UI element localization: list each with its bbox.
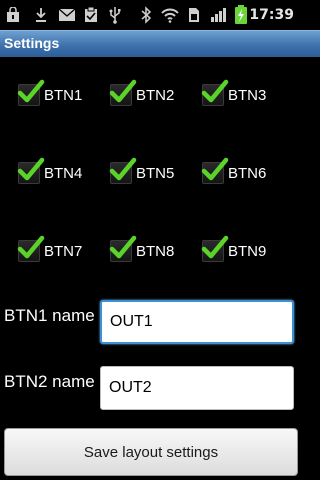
status-clock: 17:39	[249, 7, 294, 23]
checkbox-label: BTN5	[136, 164, 175, 182]
checkbox-box	[17, 235, 45, 262]
btn2-name-input[interactable]	[100, 366, 294, 410]
checkmark-icon	[201, 235, 229, 259]
btn2-name-label: BTN2 name	[4, 372, 95, 391]
checkbox-box	[17, 79, 45, 106]
download-icon	[34, 5, 48, 25]
checkbox-btn8[interactable]: BTN8	[109, 235, 175, 262]
checkmark-icon	[109, 235, 137, 259]
mail-icon	[58, 5, 76, 25]
checkbox-label: BTN4	[44, 164, 83, 182]
checkbox-btn3[interactable]: BTN3	[201, 79, 267, 106]
checkbox-box	[109, 235, 137, 262]
checkmark-icon	[201, 157, 229, 181]
checkbox-label: BTN2	[136, 86, 175, 104]
checkmark-icon	[17, 235, 45, 259]
checkbox-btn6[interactable]: BTN6	[201, 157, 267, 184]
bag-icon	[6, 5, 20, 25]
checkmark-icon	[201, 79, 229, 103]
checkbox-btn7[interactable]: BTN7	[17, 235, 83, 262]
battery-charging-icon	[234, 5, 248, 25]
btn1-name-input[interactable]	[100, 300, 294, 344]
checkmark-icon	[109, 157, 137, 181]
checkbox-label: BTN9	[228, 242, 267, 260]
checkbox-btn5[interactable]: BTN5	[109, 157, 175, 184]
save-layout-button[interactable]: Save layout settings	[4, 428, 298, 476]
checkbox-label: BTN7	[44, 242, 83, 260]
checkbox-label: BTN3	[228, 86, 267, 104]
usb-icon	[108, 5, 122, 25]
status-bar: 17:39	[0, 0, 320, 30]
checkmark-icon	[17, 79, 45, 103]
checkbox-box	[201, 79, 229, 106]
bluetooth-icon	[140, 5, 152, 25]
checkbox-btn1[interactable]: BTN1	[17, 79, 83, 106]
checkbox-label: BTN8	[136, 242, 175, 260]
signal-icon	[210, 5, 228, 25]
clipboard-icon	[84, 5, 98, 25]
title-bar: Settings	[0, 30, 320, 57]
checkbox-btn4[interactable]: BTN4	[17, 157, 83, 184]
page-title: Settings	[4, 35, 60, 51]
checkmark-icon	[109, 79, 137, 103]
btn1-name-label: BTN1 name	[4, 306, 95, 325]
checkbox-btn9[interactable]: BTN9	[201, 235, 267, 262]
checkbox-box	[201, 157, 229, 184]
checkbox-box	[109, 79, 137, 106]
checkbox-label: BTN1	[44, 86, 83, 104]
checkbox-box	[201, 235, 229, 262]
checkmark-icon	[17, 157, 45, 181]
sim-icon	[188, 5, 200, 25]
checkbox-box	[17, 157, 45, 184]
checkbox-btn2[interactable]: BTN2	[109, 79, 175, 106]
checkbox-box	[109, 157, 137, 184]
checkbox-label: BTN6	[228, 164, 267, 182]
wifi-icon	[160, 5, 180, 25]
